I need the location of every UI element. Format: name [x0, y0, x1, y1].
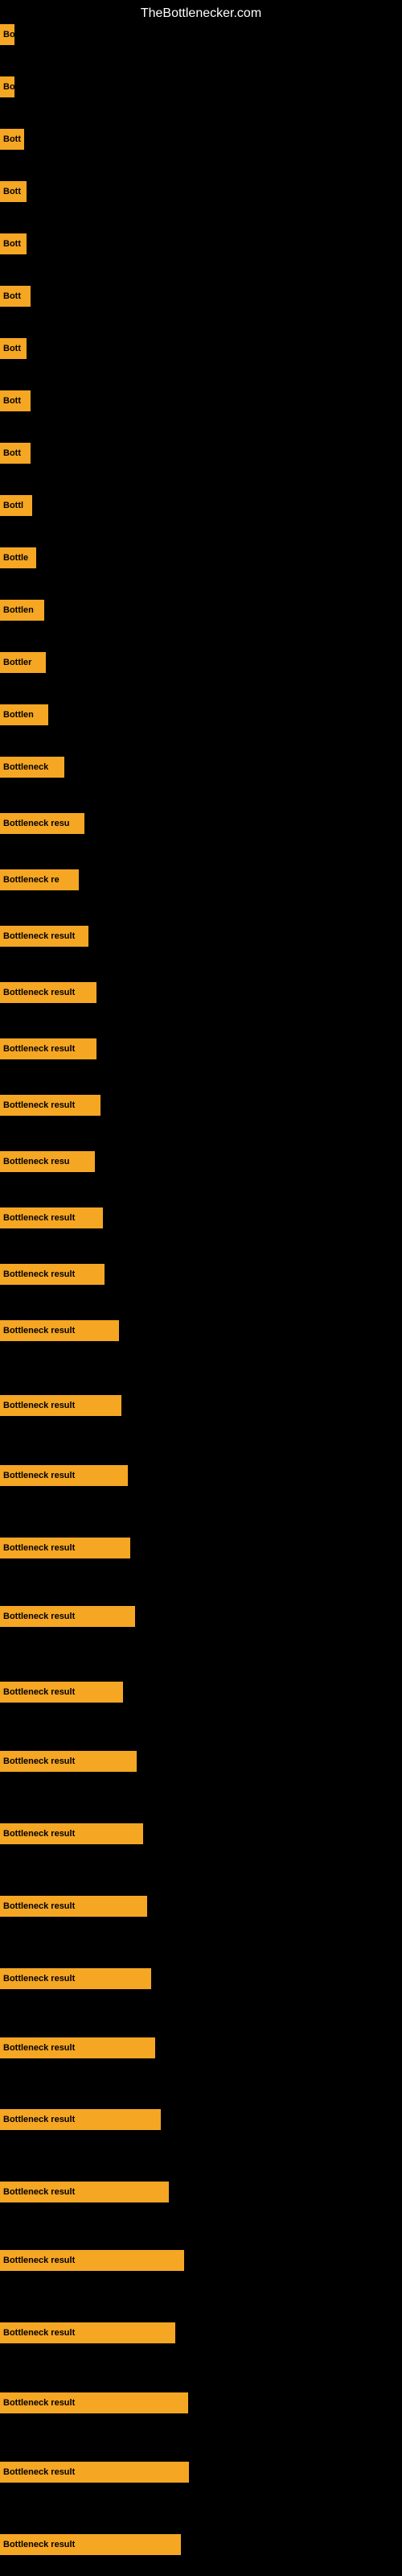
bar-label: Bottleneck result [0, 1208, 103, 1228]
bar-label: Bottleneck result [0, 1968, 151, 1989]
bar-item: Bottleneck result [0, 2322, 175, 2343]
bar-label: Bottleneck re [0, 869, 79, 890]
bar-label: Bott [0, 443, 31, 464]
bar-item: Bo [0, 24, 14, 45]
bar-label: Bottleneck result [0, 2250, 184, 2271]
bar-item: Bottleneck result [0, 1465, 128, 1486]
bar-label: Bottlen [0, 704, 48, 725]
bar-label: Bottleneck result [0, 1095, 100, 1116]
bar-item: Bottleneck result [0, 1606, 135, 1627]
bar-label: Bottleneck result [0, 982, 96, 1003]
bar-label: Bottleneck resu [0, 1151, 95, 1172]
bar-item: Bott [0, 338, 27, 359]
bar-label: Bottleneck result [0, 2462, 189, 2483]
bar-label: Bottleneck result [0, 2534, 181, 2555]
bar-item: Bott [0, 286, 31, 307]
bar-item: Bo [0, 76, 14, 97]
bar-label: Bottleneck result [0, 2182, 169, 2202]
bar-label: Bottleneck result [0, 2109, 161, 2130]
bar-label: Bottleneck [0, 757, 64, 778]
bar-item: Bottleneck resu [0, 813, 84, 834]
bar-item: Bottleneck result [0, 1320, 119, 1341]
bar-item: Bottleneck result [0, 2462, 189, 2483]
bar-item: Bottleneck result [0, 1896, 147, 1917]
bar-label: Bottleneck result [0, 2322, 175, 2343]
bar-label: Bottleneck result [0, 926, 88, 947]
bar-label: Bott [0, 129, 24, 150]
bar-item: Bottleneck result [0, 1751, 137, 1772]
bar-item: Bottleneck result [0, 1395, 121, 1416]
bar-item: Bott [0, 129, 24, 150]
bar-item: Bottleneck re [0, 869, 79, 890]
bar-label: Bottleneck result [0, 2392, 188, 2413]
bar-label: Bo [0, 76, 14, 97]
bar-label: Bottler [0, 652, 46, 673]
bar-label: Bottleneck result [0, 1038, 96, 1059]
bar-item: Bottleneck result [0, 1538, 130, 1558]
bar-item: Bottleneck result [0, 1208, 103, 1228]
bar-label: Bottleneck result [0, 1751, 137, 1772]
bar-label: Bott [0, 233, 27, 254]
bar-label: Bottleneck result [0, 1538, 130, 1558]
bar-label: Bottleneck result [0, 1395, 121, 1416]
bar-label: Bottleneck result [0, 2037, 155, 2058]
bar-item: Bottleneck resu [0, 1151, 95, 1172]
bar-item: Bottleneck result [0, 982, 96, 1003]
bar-label: Bo [0, 24, 14, 45]
bar-item: Bott [0, 233, 27, 254]
bar-label: Bottleneck result [0, 1465, 128, 1486]
bar-label: Bott [0, 338, 27, 359]
bar-item: Bottlen [0, 704, 48, 725]
bar-item: Bottleneck result [0, 2182, 169, 2202]
bar-item: Bott [0, 390, 31, 411]
bar-item: Bottl [0, 495, 32, 516]
bar-item: Bottleneck result [0, 1095, 100, 1116]
bar-item: Bottleneck result [0, 1968, 151, 1989]
bar-item: Bottleneck result [0, 2392, 188, 2413]
bar-label: Bottleneck resu [0, 813, 84, 834]
bar-item: Bott [0, 181, 27, 202]
bar-item: Bottlen [0, 600, 44, 621]
bar-item: Bottleneck result [0, 2037, 155, 2058]
bar-label: Bottleneck result [0, 1264, 105, 1285]
bar-item: Bottleneck result [0, 1823, 143, 1844]
bar-label: Bott [0, 390, 31, 411]
bar-item: Bottleneck result [0, 1038, 96, 1059]
bar-item: Bott [0, 443, 31, 464]
bar-label: Bottleneck result [0, 1682, 123, 1703]
bar-item: Bottleneck result [0, 1264, 105, 1285]
bar-label: Bottle [0, 547, 36, 568]
bar-item: Bottleneck result [0, 2109, 161, 2130]
bar-label: Bottleneck result [0, 1896, 147, 1917]
bar-item: Bottler [0, 652, 46, 673]
bar-item: Bottleneck result [0, 1682, 123, 1703]
bar-label: Bott [0, 181, 27, 202]
bar-label: Bottlen [0, 600, 44, 621]
bar-label: Bottl [0, 495, 32, 516]
bar-item: Bottle [0, 547, 36, 568]
site-title: TheBottlenecker.com [0, 0, 402, 27]
bar-label: Bottleneck result [0, 1823, 143, 1844]
bar-item: Bottleneck result [0, 2534, 181, 2555]
bar-item: Bottleneck result [0, 2250, 184, 2271]
bar-label: Bottleneck result [0, 1320, 119, 1341]
bar-label: Bottleneck result [0, 1606, 135, 1627]
bar-label: Bott [0, 286, 31, 307]
bar-item: Bottleneck [0, 757, 64, 778]
bar-item: Bottleneck result [0, 926, 88, 947]
